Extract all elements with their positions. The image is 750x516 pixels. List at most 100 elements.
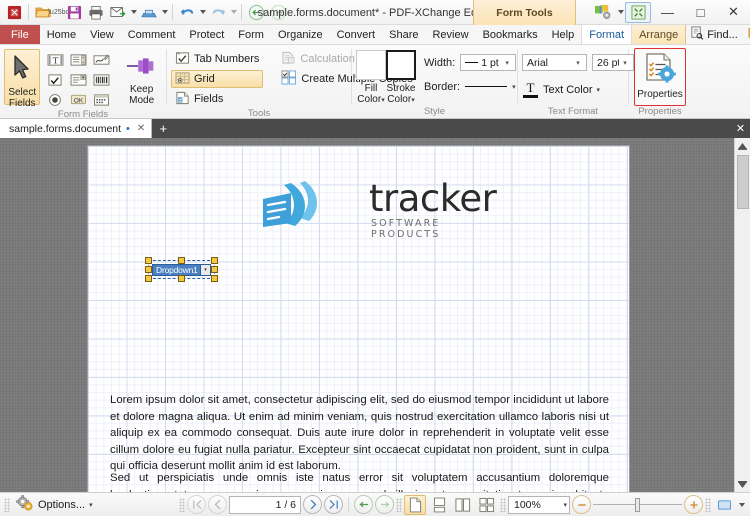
signature-field-icon[interactable] [90,50,112,69]
barcode-field-icon[interactable] [90,70,112,89]
view-mode-two-page-continuous[interactable] [476,495,498,515]
form-field-dropdown1[interactable]: Dropdown1 ▾ [145,257,218,282]
grid-toggle-button[interactable]: Grid [171,70,264,88]
select-fields-button[interactable]: Select Fields [4,49,41,109]
forward-arrow-icon[interactable] [267,2,289,23]
back-arrow-icon[interactable] [245,2,267,23]
zoom-level-caret-icon[interactable]: ▾ [563,501,567,509]
app-logo-icon[interactable] [3,2,25,23]
font-family-combo[interactable]: Arial ▾ [522,54,587,71]
scanner-icon[interactable] [138,2,160,23]
nav-back-button[interactable] [354,495,373,514]
new-tab-button[interactable]: + [152,119,175,138]
date-field-icon[interactable] [90,90,112,109]
resize-handle-e[interactable] [211,266,218,273]
options-button[interactable]: Options... ▾ [12,495,97,514]
first-page-button[interactable] [187,495,206,514]
vertical-scrollbar[interactable] [734,138,750,492]
menu-item-form[interactable]: Form [231,25,271,44]
resize-handle-sw[interactable] [145,275,152,282]
toolbar-options-icon[interactable] [590,2,616,23]
push-button-icon[interactable]: OK [67,90,89,109]
save-icon[interactable] [63,2,85,23]
menu-item-share[interactable]: Share [382,25,425,44]
menu-item-help[interactable]: Help [545,25,582,44]
page-viewport[interactable]: tracker SOFTWARE PRODUCTS Dropdown1 ▾ Lo… [0,138,734,492]
zoom-in-button[interactable] [684,495,703,514]
tab-numbers-button[interactable]: Tab Numbers [171,50,263,68]
toolbar-options-caret-icon[interactable] [616,2,625,23]
redo-arrow-icon[interactable] [207,2,229,23]
minimize-button[interactable]: — [651,0,684,25]
email-dropdown-caret-icon[interactable] [129,2,138,23]
search-button[interactable]: Search... [744,26,750,44]
stroke-color-button[interactable]: Stroke Color▾ [386,50,416,106]
font-family-caret-icon[interactable]: ▾ [572,59,584,67]
menu-item-home[interactable]: Home [40,25,83,44]
options-caret-icon[interactable]: ▾ [89,501,93,509]
statusbar-grip-3[interactable] [396,497,402,512]
scroll-down-button[interactable] [734,476,750,492]
resize-handle-nw[interactable] [145,257,152,264]
statusbar-grip-4[interactable] [500,497,506,512]
properties-button[interactable]: Properties [634,48,686,106]
zoom-level-combo[interactable]: 100% ▾ [508,495,570,514]
border-style-caret-icon[interactable]: ▾ [512,83,516,91]
text-field-icon[interactable]: T [44,50,66,69]
zoom-out-button[interactable] [572,495,591,514]
undo-arrow-icon[interactable] [176,2,198,23]
printer-icon[interactable] [85,2,107,23]
fill-color-button[interactable]: Fill Color▾ [356,50,386,106]
fullscreen-icon[interactable] [625,1,651,23]
open-dropdown-caret-icon[interactable]: \u25bc [48,2,69,23]
scrollbar-track[interactable] [734,209,750,476]
menu-item-comment[interactable]: Comment [121,25,183,44]
menu-item-view[interactable]: View [83,25,121,44]
menu-item-bookmarks[interactable]: Bookmarks [476,25,545,44]
fields-button[interactable]: Fields [171,90,263,108]
menu-item-file[interactable]: File [0,25,40,44]
dropdown-field-icon[interactable] [67,70,89,89]
close-all-tabs-button[interactable]: ✕ [731,119,750,138]
resize-handle-ne[interactable] [211,257,218,264]
resize-handle-w[interactable] [145,266,152,273]
dropdown-arrow-icon[interactable]: ▾ [200,265,210,275]
menu-item-organize[interactable]: Organize [271,25,330,44]
statusbar-grip-1[interactable] [4,497,10,512]
text-color-caret-icon[interactable]: ▾ [597,86,601,94]
border-width-caret-icon[interactable]: ▾ [501,59,513,67]
last-page-button[interactable] [324,495,343,514]
nav-forward-button[interactable] [375,495,394,514]
view-mode-two-page[interactable] [452,495,474,515]
undo-dropdown-caret-icon[interactable] [198,2,207,23]
maximize-button[interactable]: □ [684,0,717,25]
fit-page-button[interactable] [713,495,735,515]
statusbar-grip-2[interactable] [179,497,185,512]
resize-handle-s[interactable] [178,275,185,282]
document-tab-active[interactable]: sample.forms.document • ✕ [0,119,153,138]
menu-item-arrange[interactable]: Arrange [632,25,687,44]
fit-page-caret-icon[interactable] [737,494,746,515]
document-tab-close-icon[interactable]: ✕ [137,123,145,134]
scan-dropdown-caret-icon[interactable] [160,2,169,23]
redo-dropdown-caret-icon[interactable] [229,2,238,23]
scroll-up-button[interactable] [734,138,750,154]
find-button[interactable]: Find... [686,26,742,44]
zoom-slider[interactable] [593,497,682,512]
radio-button-icon[interactable] [44,90,66,109]
check-box-icon[interactable] [44,70,66,89]
border-width-combo[interactable]: 1 pt ▾ [460,54,517,71]
prev-page-button[interactable] [208,495,227,514]
font-size-combo[interactable]: 26 pt ▾ [592,54,634,71]
next-page-button[interactable] [303,495,322,514]
view-mode-single-page[interactable] [404,494,426,515]
menu-item-format[interactable]: Format [581,25,633,44]
scrollbar-thumb[interactable] [736,155,749,209]
list-box-icon[interactable] [67,50,89,69]
keep-mode-button[interactable]: Keep Mode [121,49,162,106]
menu-item-review[interactable]: Review [425,25,475,44]
resize-handle-se[interactable] [211,275,218,282]
menu-item-protect[interactable]: Protect [182,25,231,44]
close-button[interactable]: ✕ [717,0,750,25]
text-color-button[interactable]: T Text Color ▾ [522,79,600,101]
